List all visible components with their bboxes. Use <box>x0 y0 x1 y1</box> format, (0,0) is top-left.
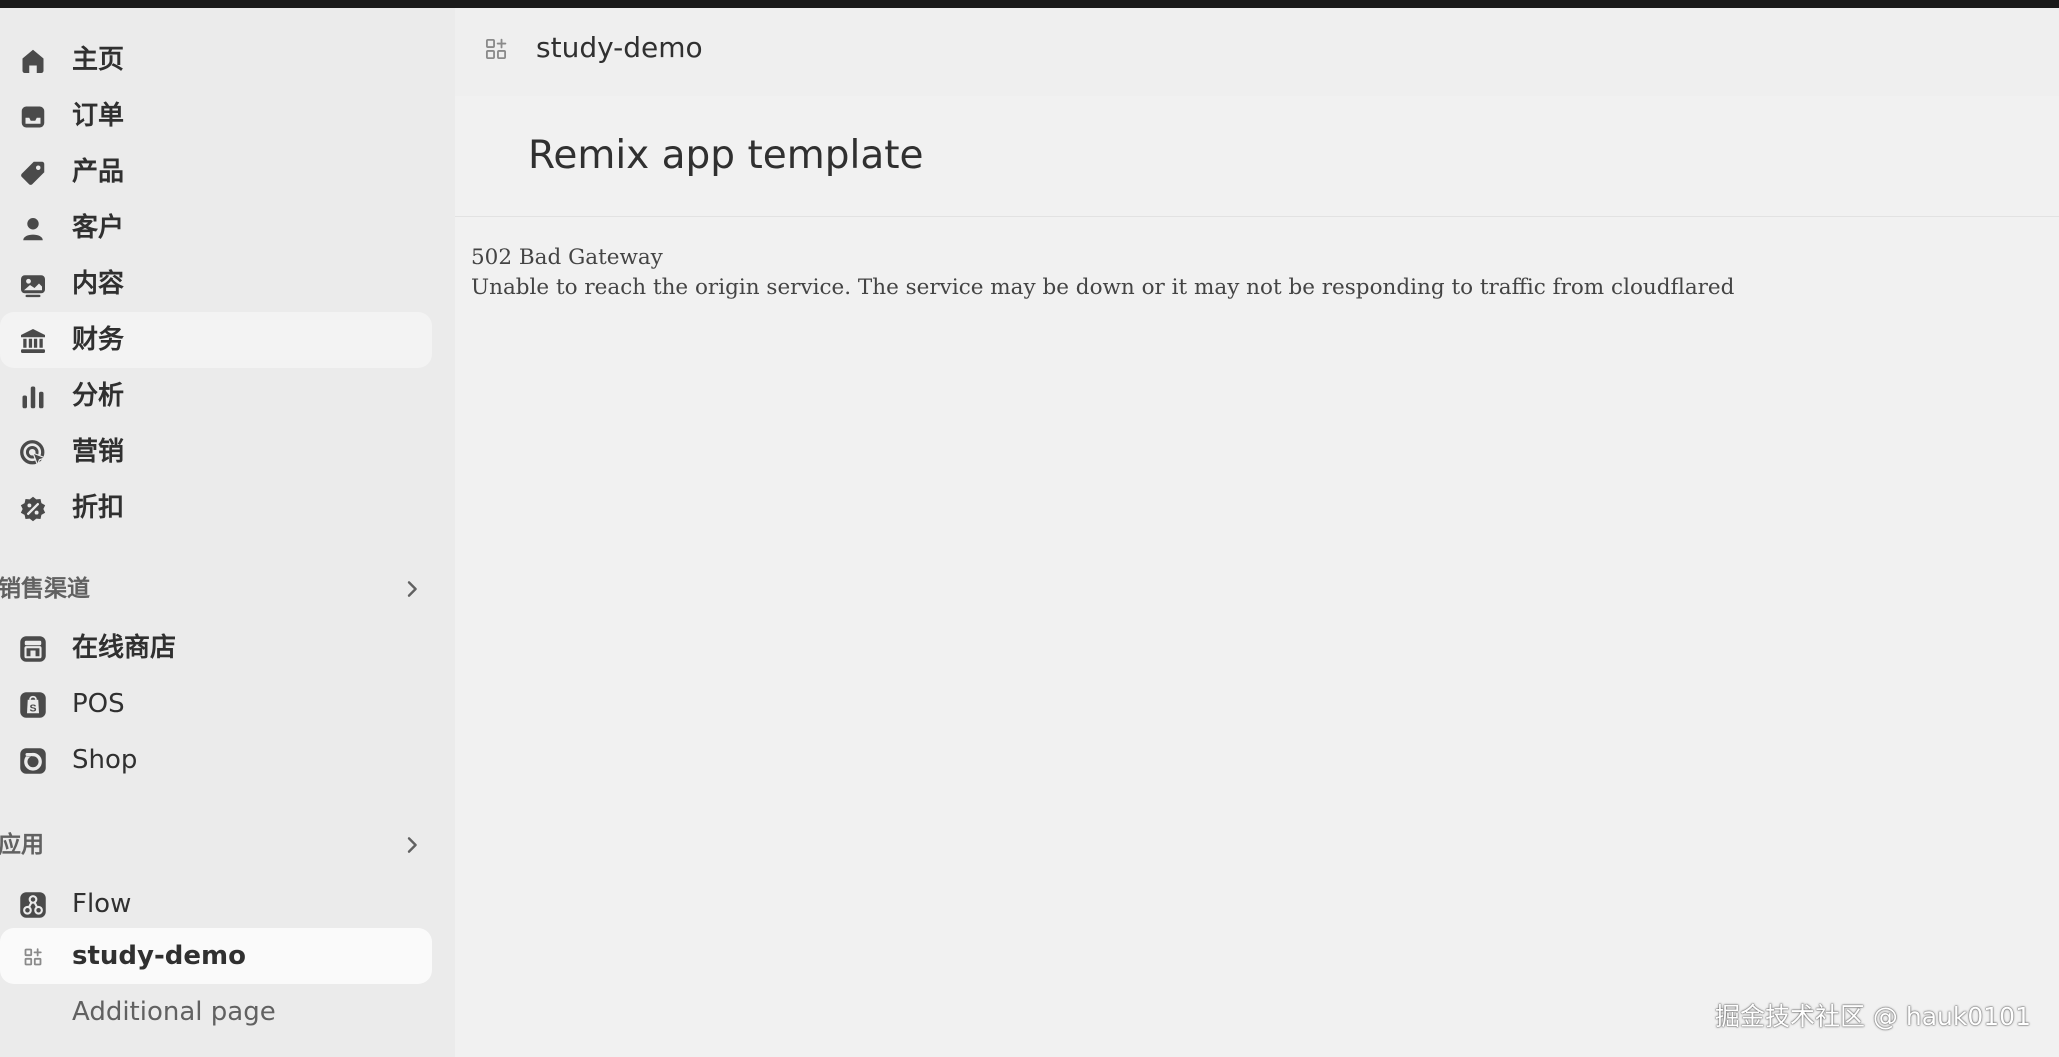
sidebar-item-label: 财务 <box>72 325 125 355</box>
sidebar-item-flow[interactable]: Flow <box>0 876 432 932</box>
sidebar-item-discounts[interactable]: 折扣 <box>0 480 432 536</box>
chevron-right-icon[interactable] <box>400 833 424 857</box>
sidebar-item-marketing[interactable]: 营销 <box>0 424 432 480</box>
chevron-right-icon[interactable] <box>400 577 424 601</box>
sidebar-item-label: 营销 <box>72 437 125 467</box>
sidebar-item-content[interactable]: 内容 <box>0 256 432 312</box>
error-message: Unable to reach the origin service. The … <box>471 275 1735 300</box>
target-icon <box>18 438 48 468</box>
sidebar-item-home[interactable]: 主页 <box>0 32 432 88</box>
sidebar-item-label: POS <box>72 689 125 719</box>
tag-icon <box>18 158 48 188</box>
sidebar-item-label: 主页 <box>72 45 125 75</box>
sidebar-item-online-store[interactable]: 在线商店 <box>0 620 432 676</box>
section-apps[interactable]: 应用 <box>0 825 432 865</box>
title-bar: Remix app template <box>455 96 2059 217</box>
storefront-icon <box>18 634 48 664</box>
sidebar-item-pos[interactable]: S POS <box>0 676 432 732</box>
sidebar-item-label: Flow <box>72 889 132 919</box>
discount-icon <box>18 494 48 524</box>
sidebar-item-label: study-demo <box>72 941 246 971</box>
apps-icon <box>18 942 48 972</box>
image-icon <box>18 270 48 300</box>
sidebar-item-label: 客户 <box>72 213 125 243</box>
section-title: 销售渠道 <box>0 576 90 602</box>
sidebar-item-shop[interactable]: Shop <box>0 732 432 788</box>
bar-chart-icon <box>18 382 48 412</box>
inbox-icon <box>18 102 48 132</box>
sidebar-item-label: 折扣 <box>72 493 125 523</box>
sidebar-item-additional-page[interactable]: Additional page <box>0 984 432 1040</box>
sidebar-item-study-demo[interactable]: study-demo <box>0 928 432 984</box>
person-icon <box>18 214 48 244</box>
page-title: Remix app template <box>528 133 924 178</box>
sidebar-item-label: 产品 <box>72 157 125 187</box>
sidebar-item-label: 内容 <box>72 269 125 299</box>
pos-icon: S <box>18 690 48 720</box>
error-block: 502 Bad Gateway Unable to reach the origi… <box>471 243 1734 303</box>
main-content: study-demo Remix app template 502 Bad Ga… <box>455 8 2059 1057</box>
section-title: 应用 <box>0 832 44 858</box>
shop-app-icon <box>18 746 48 776</box>
error-title: 502 Bad Gateway <box>471 245 663 270</box>
svg-text:S: S <box>29 702 36 714</box>
sidebar-item-finance[interactable]: 财务 <box>0 312 432 368</box>
app-header: study-demo <box>455 8 2059 96</box>
flow-icon <box>18 890 48 920</box>
section-sales-channels[interactable]: 销售渠道 <box>0 569 432 609</box>
window-top-strip <box>0 0 2059 8</box>
sidebar-item-analytics[interactable]: 分析 <box>0 368 432 424</box>
watermark: 掘金技术社区 @ hauk0101 <box>1714 1002 2031 1031</box>
sidebar-item-customers[interactable]: 客户 <box>0 200 432 256</box>
sidebar-item-label: Additional page <box>72 997 276 1027</box>
sidebar-item-orders[interactable]: 订单 <box>0 88 432 144</box>
bank-icon <box>18 326 48 356</box>
sidebar-item-label: 分析 <box>72 381 125 411</box>
sidebar: 主页 订单 产品 客户 内容 财务 分析 营销 折扣 销售渠道 在线商店 S P… <box>0 8 455 1057</box>
home-icon <box>18 46 48 76</box>
sidebar-item-label: 在线商店 <box>72 633 177 663</box>
sidebar-item-products[interactable]: 产品 <box>0 144 432 200</box>
app-name: study-demo <box>536 31 703 64</box>
apps-icon <box>483 36 509 62</box>
sidebar-item-label: Shop <box>72 745 138 775</box>
sidebar-item-label: 订单 <box>72 101 125 131</box>
